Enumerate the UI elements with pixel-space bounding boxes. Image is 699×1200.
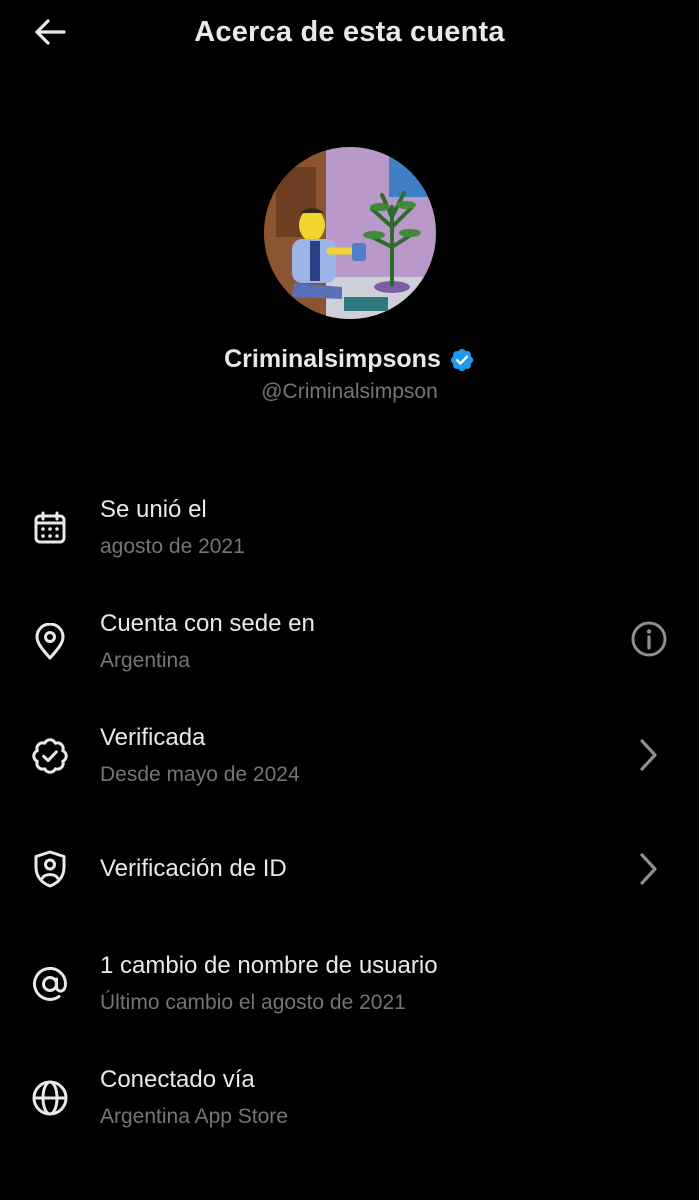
user-handle: @Criminalsimpson (261, 380, 438, 403)
row-subtitle: Último cambio el agosto de 2021 (100, 991, 406, 1014)
page-title: Acerca de esta cuenta (194, 16, 505, 48)
joined-date-row: Se unió el agosto de 2021 (0, 480, 699, 580)
chevron-right-icon[interactable] (629, 735, 669, 775)
row-title: Cuenta con sede en (100, 610, 315, 637)
id-verification-row[interactable]: Verificación de ID (0, 822, 699, 922)
info-icon (630, 620, 668, 663)
display-name: Criminalsimpsons (224, 345, 441, 373)
connected-via-row: Conectado vía Argentina App Store (0, 1050, 699, 1150)
verified-badge-icon (449, 347, 475, 373)
shield-user-icon (28, 847, 72, 891)
at-sign-icon (28, 962, 72, 1006)
row-title: 1 cambio de nombre de usuario (100, 952, 438, 979)
row-subtitle: Argentina App Store (100, 1105, 288, 1128)
info-button[interactable] (629, 621, 669, 661)
verified-outline-icon (28, 734, 72, 778)
username-changes-row: 1 cambio de nombre de usuario Último cam… (0, 936, 699, 1036)
location-pin-icon (28, 620, 72, 664)
chevron-right-icon[interactable] (629, 849, 669, 889)
globe-icon (28, 1076, 72, 1120)
row-title: Verificada (100, 724, 206, 751)
row-subtitle: agosto de 2021 (100, 535, 245, 558)
avatar[interactable] (264, 147, 436, 319)
calendar-icon (28, 506, 72, 550)
row-subtitle: Argentina (100, 649, 190, 672)
verified-row[interactable]: Verificada Desde mayo de 2024 (0, 708, 699, 808)
profile-name-row: Criminalsimpsons (0, 345, 699, 374)
row-title: Verificación de ID (100, 855, 287, 882)
account-location-row: Cuenta con sede en Argentina (0, 594, 699, 694)
row-subtitle: Desde mayo de 2024 (100, 763, 300, 786)
row-title: Se unió el (100, 496, 207, 523)
top-bar: Acerca de esta cuenta (0, 0, 699, 70)
row-title: Conectado vía (100, 1066, 255, 1093)
